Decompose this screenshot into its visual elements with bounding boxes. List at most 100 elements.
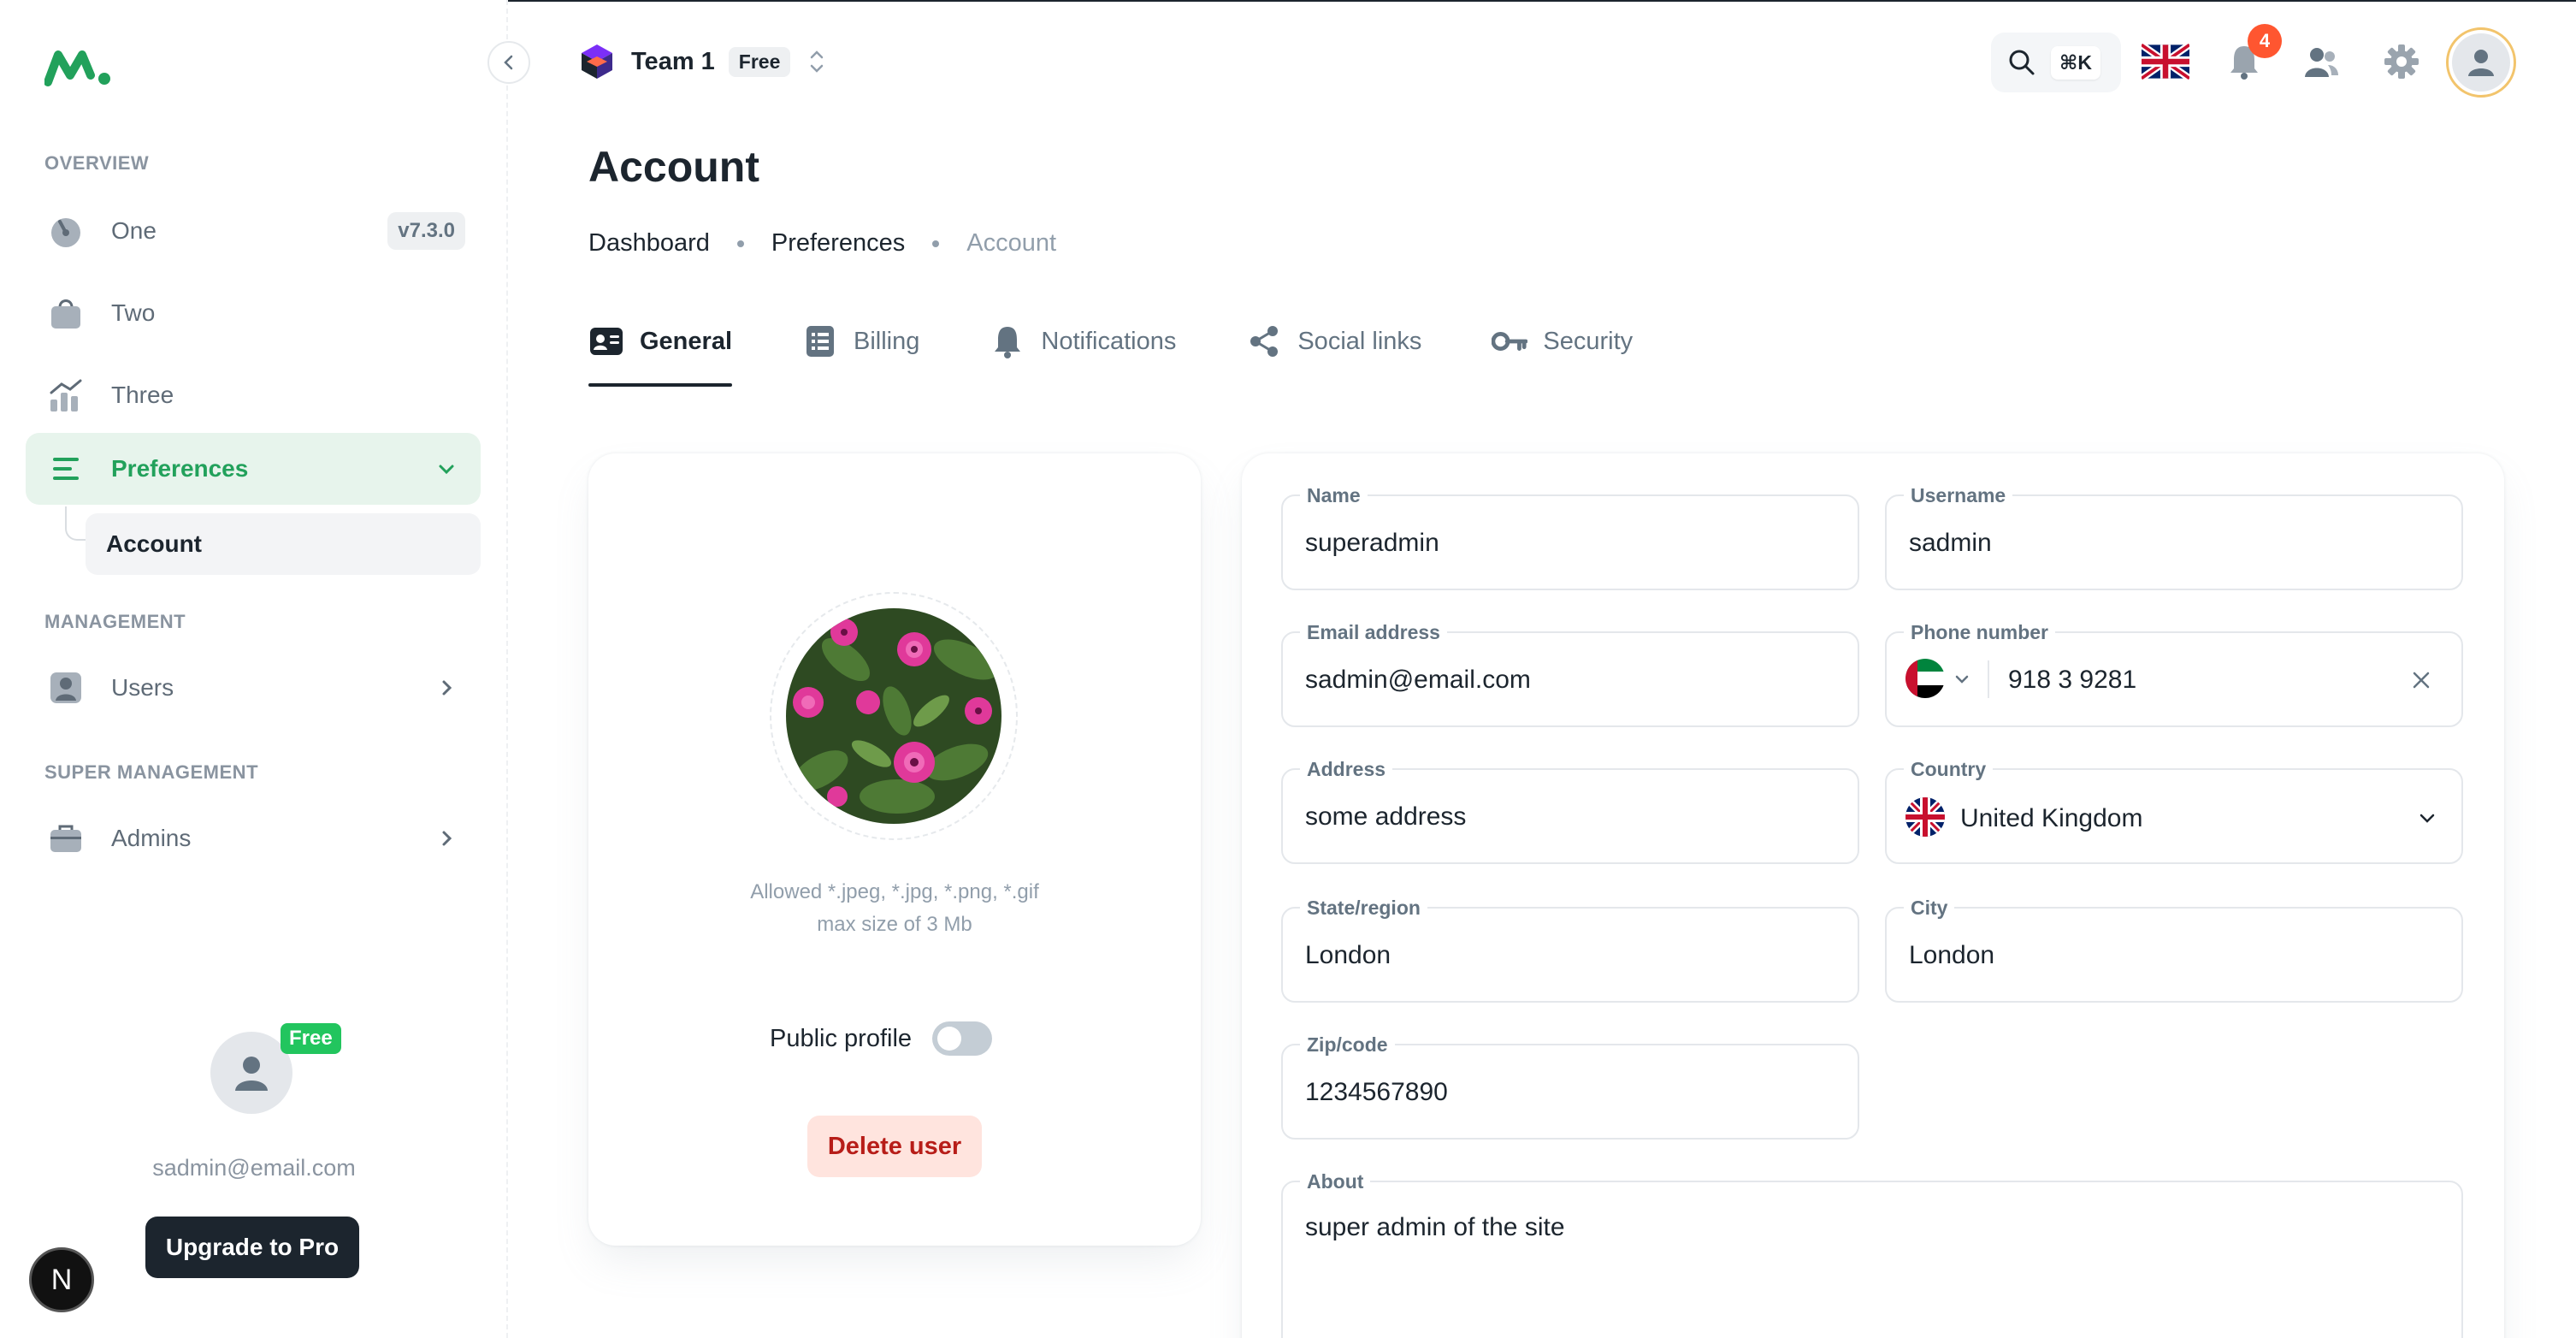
sidebar-item-users[interactable]: Users bbox=[26, 652, 481, 724]
language-button[interactable] bbox=[2138, 34, 2193, 89]
dashboard-gauge-icon bbox=[46, 211, 86, 251]
country-value: United Kingdom bbox=[1960, 804, 2143, 832]
sidebar-subitem-account[interactable]: Account bbox=[86, 513, 481, 575]
settings-button[interactable] bbox=[2374, 34, 2429, 89]
sidebar-item-two[interactable]: Two bbox=[26, 277, 481, 349]
plan-badge: Free bbox=[281, 1023, 341, 1054]
toggle-knob bbox=[937, 1027, 962, 1051]
app-logo[interactable] bbox=[44, 48, 113, 87]
field-divider bbox=[1988, 660, 1989, 698]
zip-field[interactable]: Zip/code 1234567890 bbox=[1281, 1033, 1859, 1140]
contacts-button[interactable] bbox=[2294, 34, 2349, 89]
briefcase-icon bbox=[46, 819, 86, 858]
search-icon bbox=[2009, 50, 2035, 75]
profile-photo bbox=[786, 608, 1001, 824]
uk-flag-icon bbox=[1905, 797, 1945, 837]
public-profile-label: Public profile bbox=[770, 1024, 913, 1052]
bell-icon bbox=[990, 323, 1025, 359]
field-label: Username bbox=[1904, 484, 2013, 506]
email-field[interactable]: Email address sadmin@email.com bbox=[1281, 621, 1859, 727]
team-plan-badge: Free bbox=[728, 46, 791, 77]
zip-value: 1234567890 bbox=[1305, 1078, 1448, 1106]
analytics-chart-icon bbox=[46, 376, 86, 415]
tab-label: Notifications bbox=[1041, 327, 1177, 355]
field-label: Name bbox=[1300, 484, 1368, 506]
team-logo-icon bbox=[582, 44, 612, 79]
tab-label: Security bbox=[1543, 327, 1634, 355]
share-icon bbox=[1246, 323, 1282, 359]
notification-count-badge: 4 bbox=[2248, 24, 2282, 58]
tab-label: Billing bbox=[854, 327, 920, 355]
breadcrumb-current: Account bbox=[966, 229, 1057, 257]
shopping-bag-icon bbox=[46, 293, 86, 333]
field-label: Zip/code bbox=[1300, 1033, 1395, 1056]
sidebar: OVERVIEW One v7.3.0 Two Three Preference… bbox=[0, 0, 508, 1338]
clear-icon[interactable] bbox=[2410, 669, 2432, 691]
version-badge: v7.3.0 bbox=[387, 212, 465, 250]
team-switcher[interactable]: Team 1 Free bbox=[578, 39, 828, 84]
photo-upload-dropzone[interactable] bbox=[770, 592, 1018, 840]
sidebar-item-label: Preferences bbox=[111, 455, 249, 482]
field-label: Address bbox=[1300, 758, 1393, 780]
team-name: Team 1 bbox=[631, 47, 715, 75]
state-value: London bbox=[1305, 941, 1391, 969]
search-shortcut: ⌘K bbox=[2051, 45, 2100, 80]
name-field[interactable]: Name superadmin bbox=[1281, 484, 1859, 590]
sidebar-item-one[interactable]: One v7.3.0 bbox=[26, 195, 481, 267]
preferences-lines-icon bbox=[46, 449, 86, 488]
delete-user-button[interactable]: Delete user bbox=[807, 1116, 982, 1177]
sidebar-item-label: Three bbox=[111, 382, 174, 408]
dev-tools-badge[interactable]: N bbox=[29, 1247, 94, 1312]
tab-security[interactable]: Security bbox=[1492, 317, 1633, 366]
phone-field[interactable]: Phone number 918 3 9281 bbox=[1885, 621, 2463, 727]
breadcrumb-preferences[interactable]: Preferences bbox=[771, 229, 905, 258]
sidebar-item-label: Users bbox=[111, 674, 174, 701]
account-form-card: Name superadmin Username sadmin Email ad… bbox=[1242, 453, 2504, 1338]
field-label: Email address bbox=[1300, 621, 1447, 643]
sidebar-item-three[interactable]: Three bbox=[26, 359, 481, 431]
city-field[interactable]: City London bbox=[1885, 897, 2463, 1003]
upload-requirements: Allowed *.jpeg, *.jpg, *.png, *.gif max … bbox=[588, 876, 1201, 941]
account-avatar-button[interactable] bbox=[2446, 27, 2516, 98]
tab-notifications[interactable]: Notifications bbox=[990, 317, 1176, 366]
field-label: State/region bbox=[1300, 897, 1427, 919]
search-button[interactable]: ⌘K bbox=[1991, 33, 2121, 92]
uae-flag-icon[interactable] bbox=[1905, 659, 1945, 698]
chevron-updown-icon bbox=[811, 50, 824, 73]
field-label: About bbox=[1300, 1170, 1371, 1193]
sidebar-item-label: Two bbox=[111, 299, 156, 326]
user-silhouette-icon bbox=[235, 1057, 268, 1091]
user-silhouette-icon bbox=[2468, 50, 2494, 76]
section-label-super-management: SUPER MANAGEMENT bbox=[44, 761, 259, 783]
collapse-sidebar-button[interactable] bbox=[487, 41, 530, 84]
about-textarea[interactable]: About super admin of the site bbox=[1281, 1170, 2463, 1338]
public-profile-toggle[interactable] bbox=[932, 1021, 993, 1056]
section-label-management: MANAGEMENT bbox=[44, 611, 186, 632]
sidebar-item-preferences[interactable]: Preferences bbox=[26, 433, 481, 505]
sidebar-item-admins[interactable]: Admins bbox=[26, 802, 481, 874]
country-select[interactable]: Country United Kingdom bbox=[1885, 758, 2463, 864]
about-value: super admin of the site bbox=[1305, 1213, 1565, 1241]
state-field[interactable]: State/region London bbox=[1281, 897, 1859, 1003]
allowed-formats: Allowed *.jpeg, *.jpg, *.png, *.gif bbox=[750, 880, 1039, 903]
breadcrumb-dashboard[interactable]: Dashboard bbox=[588, 229, 710, 258]
upgrade-button[interactable]: Upgrade to Pro bbox=[145, 1217, 359, 1278]
chevron-down-icon bbox=[434, 457, 458, 481]
name-value: superadmin bbox=[1305, 529, 1439, 557]
id-card-icon bbox=[588, 323, 624, 359]
contacts-icon bbox=[2305, 48, 2338, 77]
email-value: sadmin@email.com bbox=[1305, 666, 1531, 694]
key-icon bbox=[1492, 323, 1528, 359]
submenu-connector bbox=[65, 506, 87, 541]
tab-billing[interactable]: Billing bbox=[802, 317, 919, 366]
breadcrumb-separator bbox=[736, 240, 744, 247]
tab-general[interactable]: General bbox=[588, 317, 732, 387]
public-profile-row: Public profile bbox=[770, 1021, 993, 1056]
tab-social-links[interactable]: Social links bbox=[1246, 317, 1421, 366]
username-field[interactable]: Username sadmin bbox=[1885, 484, 2463, 590]
chevron-down-icon[interactable] bbox=[1950, 667, 1974, 691]
address-value: some address bbox=[1305, 802, 1467, 831]
address-field[interactable]: Address some address bbox=[1281, 758, 1859, 864]
account-tabs: General Billing Notifications Social lin… bbox=[588, 317, 1703, 387]
max-size: max size of 3 Mb bbox=[817, 913, 972, 936]
